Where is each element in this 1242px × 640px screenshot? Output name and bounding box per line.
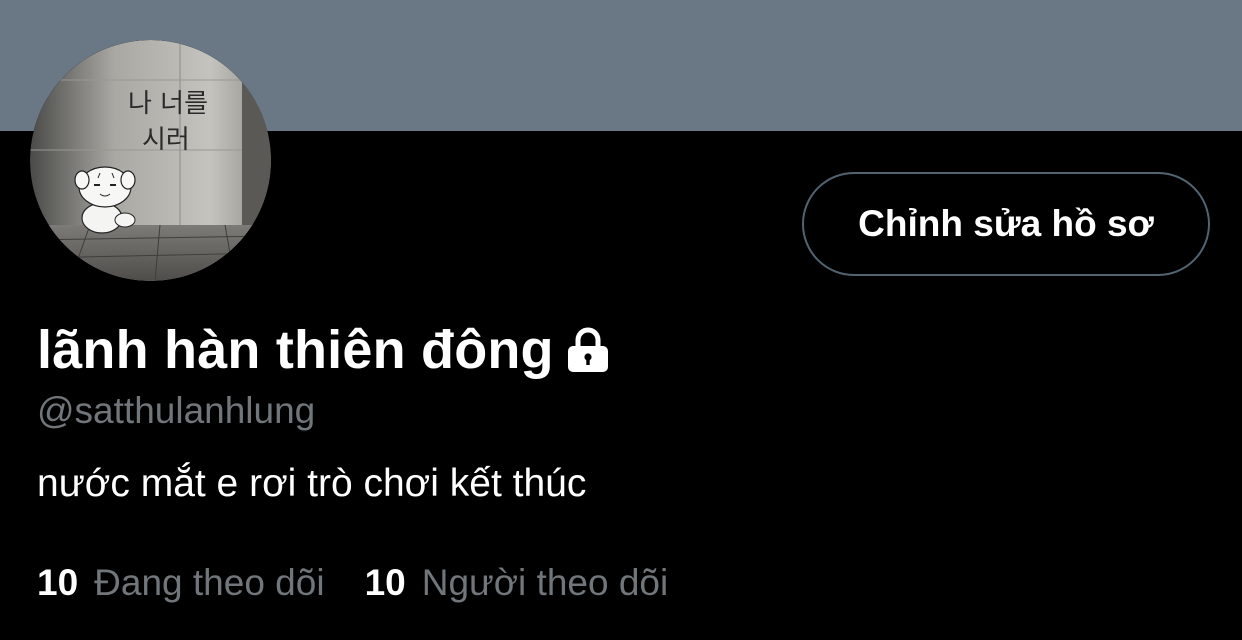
- profile-stats: 10 Đang theo dõi 10 Người theo dõi: [37, 562, 708, 604]
- followers-link[interactable]: 10 Người theo dõi: [365, 562, 669, 604]
- profile-name-row: lãnh hàn thiên đông: [37, 318, 612, 382]
- following-count: 10: [37, 562, 79, 603]
- followers-count: 10: [364, 562, 406, 603]
- profile-page: 나 너를 시러 Chỉnh sửa hồ sơ lãnh hàn thiên đ…: [0, 0, 1242, 640]
- avatar-graffiti: 나 너를: [128, 89, 208, 119]
- profile-handle: @satthulanhlung: [37, 390, 316, 431]
- svg-text:시러: 시러: [142, 125, 190, 155]
- display-name: lãnh hàn thiên đông: [37, 320, 554, 380]
- following-link[interactable]: 10 Đang theo dõi: [37, 562, 325, 604]
- profile-avatar[interactable]: 나 너를 시러: [30, 40, 271, 281]
- lock-icon: [567, 327, 608, 372]
- followers-label: Người theo dõi: [421, 562, 669, 603]
- edit-profile-button[interactable]: Chỉnh sửa hồ sơ: [802, 172, 1210, 276]
- profile-bio: nước mắt e rơi trò chơi kết thúc: [37, 462, 587, 505]
- following-label: Đang theo dõi: [94, 562, 325, 603]
- avatar-image: 나 너를 시러: [30, 40, 271, 281]
